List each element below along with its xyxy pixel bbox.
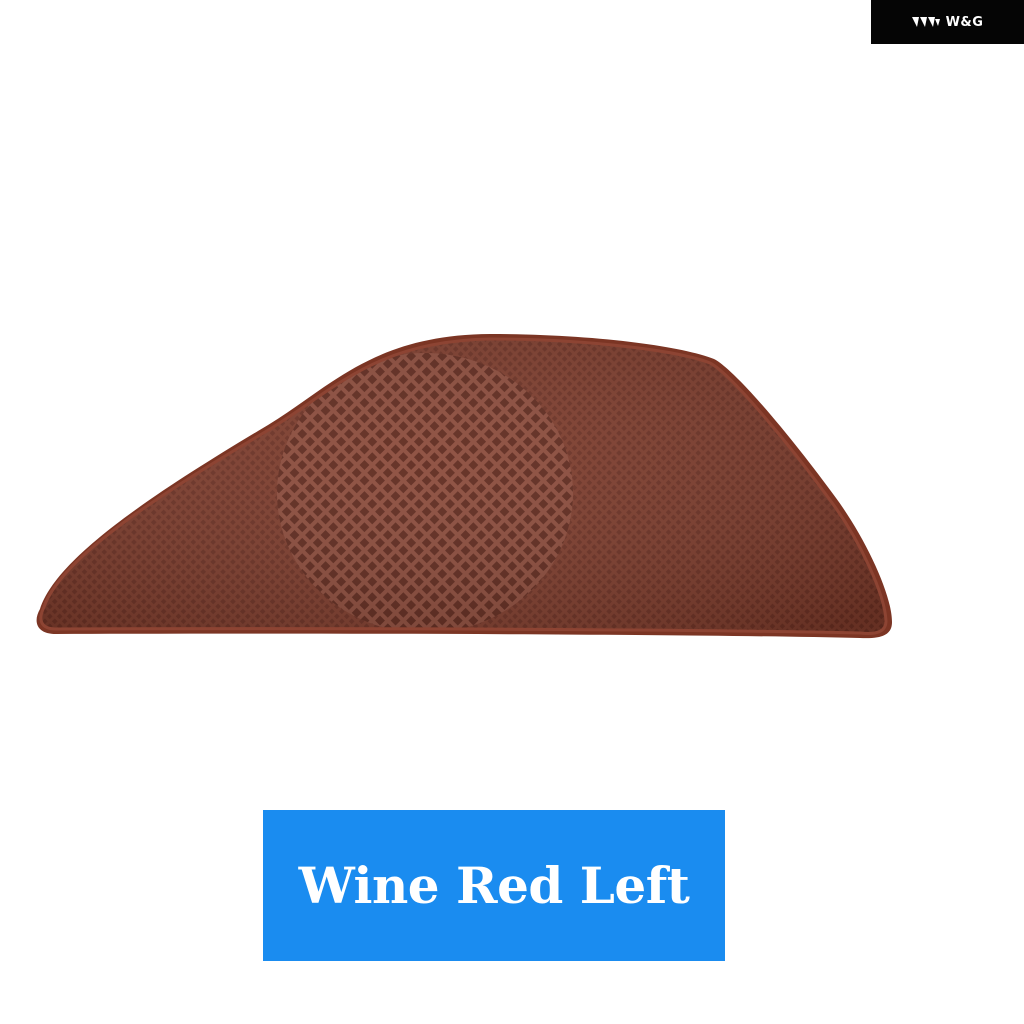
color-variant-label: Wine Red Left [298, 856, 690, 915]
wave-logo-icon [911, 16, 940, 28]
speaker-grille-photo [30, 325, 900, 655]
brand-badge: W&G [871, 0, 1024, 44]
brand-name: W&G [945, 14, 984, 30]
product-image-canvas: W&G Wine Red Left [0, 0, 1024, 1024]
color-variant-banner: Wine Red Left [263, 810, 725, 961]
